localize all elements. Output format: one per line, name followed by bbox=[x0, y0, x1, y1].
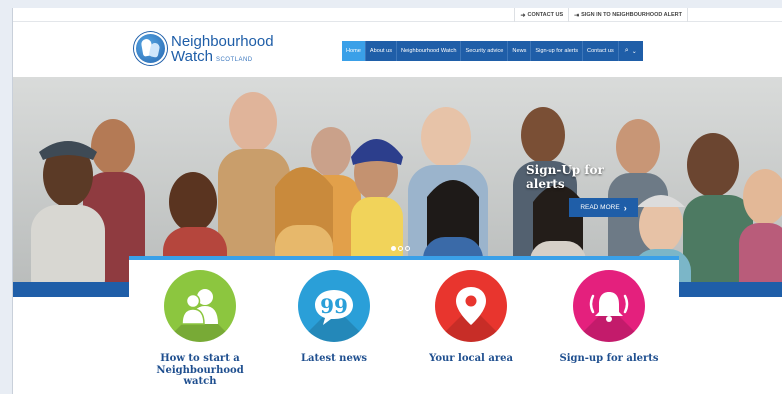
contact-us-link[interactable]: ➜ CONTACT US bbox=[514, 8, 568, 22]
feature-sign-up-alerts[interactable]: Sign-up for alerts bbox=[549, 270, 669, 365]
feature-start-watch[interactable]: How to start a Neighbourhood watch bbox=[140, 270, 260, 388]
carousel-dot[interactable] bbox=[405, 246, 410, 251]
feature-label: Latest news bbox=[300, 353, 368, 364]
feature-label: Your local area bbox=[429, 353, 513, 364]
logo-line2: Watch bbox=[171, 47, 213, 65]
carousel-dots bbox=[391, 246, 410, 251]
feature-local-area[interactable]: Your local area bbox=[411, 270, 531, 365]
map-pin-icon bbox=[435, 270, 507, 342]
sign-in-label: SIGN IN TO NEIGHBOURHOOD ALERT bbox=[581, 12, 682, 18]
nav-item-neighbourhood-watch[interactable]: Neighbourhood Watch bbox=[397, 41, 462, 61]
sign-in-icon: ⇥ bbox=[574, 12, 580, 19]
logo-line1: Neighbourhood bbox=[171, 32, 274, 50]
chevron-down-icon: ⌄ bbox=[631, 48, 637, 55]
search-icon: ⌕ bbox=[624, 47, 629, 54]
logo-icon bbox=[134, 32, 167, 65]
search-dropdown-button[interactable]: ⌕ ⌄ bbox=[619, 41, 643, 61]
nav-item-news[interactable]: News bbox=[508, 41, 532, 61]
chevron-right-icon: › bbox=[623, 202, 627, 213]
speech-bubble-icon: 99 bbox=[298, 270, 370, 342]
sign-in-link[interactable]: ⇥ SIGN IN TO NEIGHBOURHOOD ALERT bbox=[568, 8, 688, 22]
nav-item-home[interactable]: Home bbox=[342, 41, 366, 61]
hero-caption: Sign-Up for alerts bbox=[526, 163, 604, 191]
arrow-right-icon: ➜ bbox=[520, 12, 526, 19]
nav-item-about-us[interactable]: About us bbox=[366, 41, 398, 61]
nav-item-security-advice[interactable]: Security advice bbox=[461, 41, 509, 61]
logo-wordmark: Neighbourhood Watch SCOTLAND bbox=[171, 34, 274, 64]
carousel-dot[interactable] bbox=[398, 246, 403, 251]
carousel-dot[interactable] bbox=[391, 246, 396, 251]
logo-subtitle: SCOTLAND bbox=[215, 56, 253, 63]
page-frame: ➜ CONTACT US ⇥ SIGN IN TO NEIGHBOURHOOD … bbox=[12, 8, 782, 394]
feature-label: Sign-up for alerts bbox=[559, 353, 659, 364]
alarm-bell-icon bbox=[573, 270, 645, 342]
contact-us-label: CONTACT US bbox=[527, 12, 564, 18]
main-nav: Home About us Neighbourhood Watch Securi… bbox=[342, 41, 643, 61]
nav-item-contact-us[interactable]: Contact us bbox=[583, 41, 619, 61]
top-utility-bar: ➜ CONTACT US ⇥ SIGN IN TO NEIGHBOURHOOD … bbox=[13, 8, 782, 22]
top-links: ➜ CONTACT US ⇥ SIGN IN TO NEIGHBOURHOOD … bbox=[514, 8, 688, 22]
logo-line2-wrap: Watch SCOTLAND bbox=[171, 49, 274, 64]
site-logo[interactable]: Neighbourhood Watch SCOTLAND bbox=[134, 32, 274, 65]
read-more-label: READ MORE bbox=[580, 204, 620, 211]
people-icon bbox=[164, 270, 236, 342]
nav-item-sign-up-for-alerts[interactable]: Sign-up for alerts bbox=[531, 41, 584, 61]
svg-text:99: 99 bbox=[320, 294, 348, 318]
read-more-button[interactable]: READ MORE › bbox=[569, 198, 638, 217]
feature-label: How to start a Neighbourhood watch bbox=[156, 353, 244, 387]
feature-latest-news[interactable]: 99 Latest news bbox=[274, 270, 394, 365]
